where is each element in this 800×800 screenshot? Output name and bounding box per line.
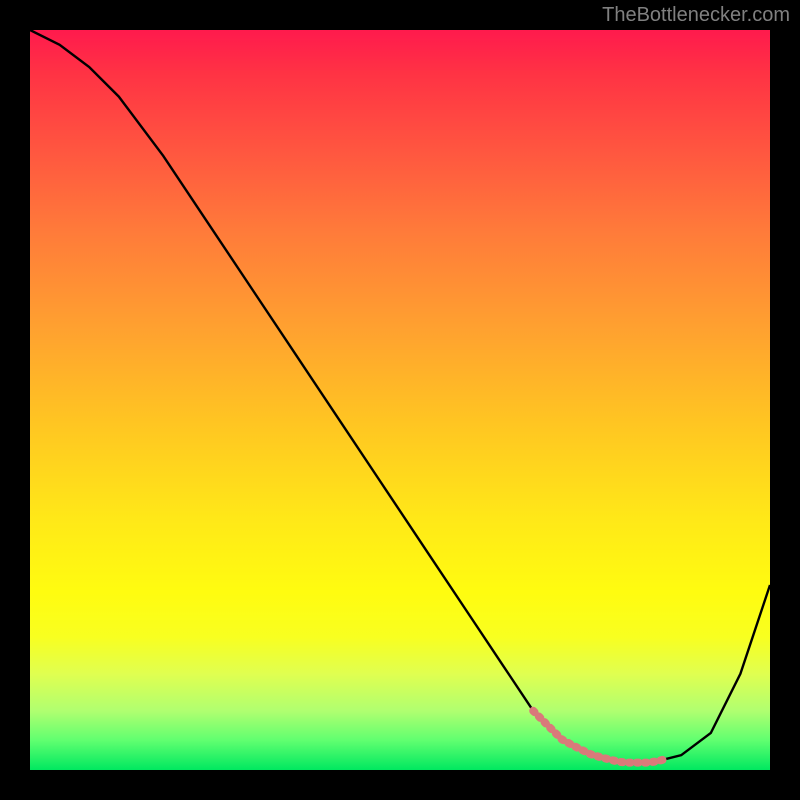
watermark-text: TheBottlenecker.com: [602, 4, 790, 27]
marker-band: [533, 711, 666, 763]
curve-line: [30, 30, 770, 763]
chart-svg: [30, 30, 770, 770]
plot-area: [30, 30, 770, 770]
